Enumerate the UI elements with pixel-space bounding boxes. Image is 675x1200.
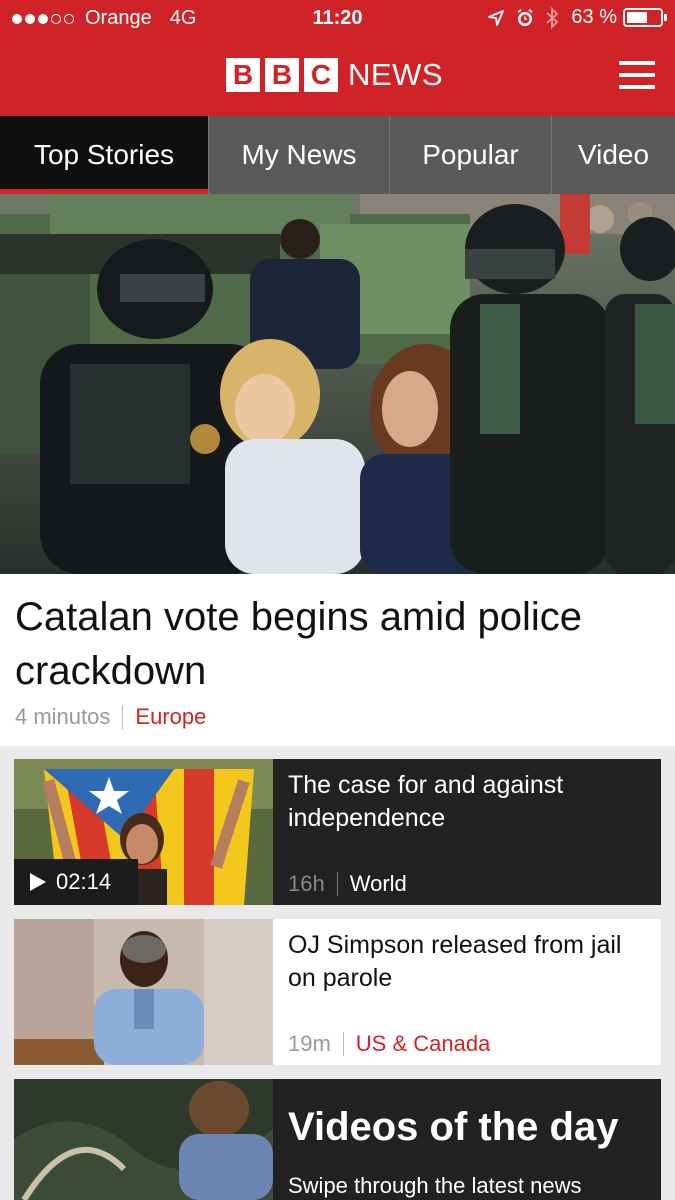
section-tabs: Top Stories My News Popular Video <box>0 116 675 194</box>
alarm-clock-icon <box>515 8 535 28</box>
tab-top-stories[interactable]: Top Stories <box>0 116 208 194</box>
videos-subtitle: Swipe through the latest news <box>288 1173 582 1198</box>
hero-section-link[interactable]: Europe <box>135 704 206 730</box>
app-header: B B C NEWS <box>0 38 675 116</box>
story-thumbnail[interactable] <box>14 919 273 1065</box>
tab-popular[interactable]: Popular <box>389 116 551 194</box>
story-body[interactable]: The case for and against independence 16… <box>273 759 661 905</box>
videos-thumbnail[interactable] <box>14 1079 273 1200</box>
meta-divider <box>336 872 338 896</box>
location-arrow-icon <box>487 9 505 27</box>
story-headline[interactable]: OJ Simpson released from jail on parole <box>288 929 649 995</box>
story-section-link[interactable]: US & Canada <box>356 1031 491 1057</box>
story-headline[interactable]: The case for and against independence <box>288 769 649 835</box>
story-meta: 19m US & Canada <box>288 1031 490 1057</box>
video-duration: 02:14 <box>56 869 112 894</box>
bbc-news-logo[interactable]: B B C NEWS <box>226 57 443 93</box>
hero-timestamp: 4 minutos <box>15 704 111 729</box>
story-meta: 16h World <box>288 871 407 897</box>
story-card[interactable]: 02:14 The case for and against independe… <box>14 759 661 905</box>
logo-letter-b1: B <box>226 58 260 92</box>
tab-video[interactable]: Video <box>551 116 675 194</box>
meta-divider <box>342 1032 344 1056</box>
video-duration-badge[interactable]: 02:14 <box>14 859 138 905</box>
play-icon <box>30 873 46 891</box>
story-timestamp: 16h <box>288 871 325 896</box>
logo-letter-b2: B <box>265 58 299 92</box>
story-section-link[interactable]: World <box>350 871 407 897</box>
hero-headline[interactable]: Catalan vote begins amid police crackdow… <box>15 590 665 698</box>
hero-story-card[interactable]: Catalan vote begins amid police crackdow… <box>0 574 675 746</box>
hero-meta: 4 minutos Europe <box>15 704 206 730</box>
story-timestamp: 19m <box>288 1031 331 1056</box>
tab-my-news[interactable]: My News <box>208 116 389 194</box>
logo-letter-c: C <box>304 58 338 92</box>
battery-level-fill <box>627 12 648 23</box>
battery-icon <box>623 8 667 27</box>
battery-percentage: 63 % <box>571 6 617 28</box>
hamburger-menu-icon[interactable] <box>619 61 655 89</box>
hero-story-image[interactable] <box>0 194 675 574</box>
story-body[interactable]: OJ Simpson released from jail on parole … <box>273 919 661 1065</box>
story-thumbnail[interactable]: 02:14 <box>14 759 273 905</box>
bluetooth-icon <box>545 6 559 29</box>
videos-body[interactable]: Videos of the day Swipe through the late… <box>273 1079 661 1200</box>
status-right: 63 % <box>477 6 667 29</box>
meta-divider <box>122 705 124 729</box>
videos-title[interactable]: Videos of the day <box>288 1103 649 1151</box>
status-bar: Orange 4G 11:20 63 % <box>0 0 675 38</box>
videos-of-the-day-card[interactable]: Videos of the day Swipe through the late… <box>14 1079 661 1200</box>
logo-news-text: NEWS <box>348 57 443 92</box>
story-card[interactable]: OJ Simpson released from jail on parole … <box>14 919 661 1065</box>
